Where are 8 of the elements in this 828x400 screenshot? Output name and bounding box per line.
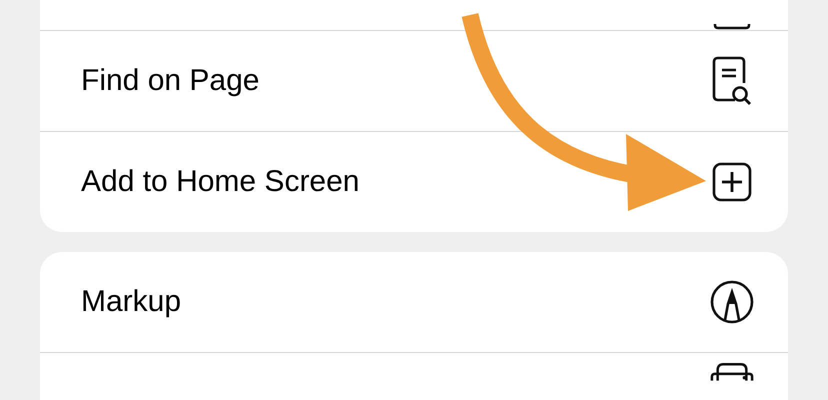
pen-circle-icon (710, 280, 754, 324)
menu-item-label[interactable]: Find on Page (81, 64, 260, 98)
add-square-icon (712, 162, 752, 202)
menu-item-label[interactable]: Add to Home Screen (81, 165, 360, 199)
menu-item-label[interactable]: Markup (81, 285, 182, 319)
printer-icon (710, 361, 754, 381)
find-on-page-icon (711, 56, 753, 106)
partial-icon (713, 24, 751, 30)
